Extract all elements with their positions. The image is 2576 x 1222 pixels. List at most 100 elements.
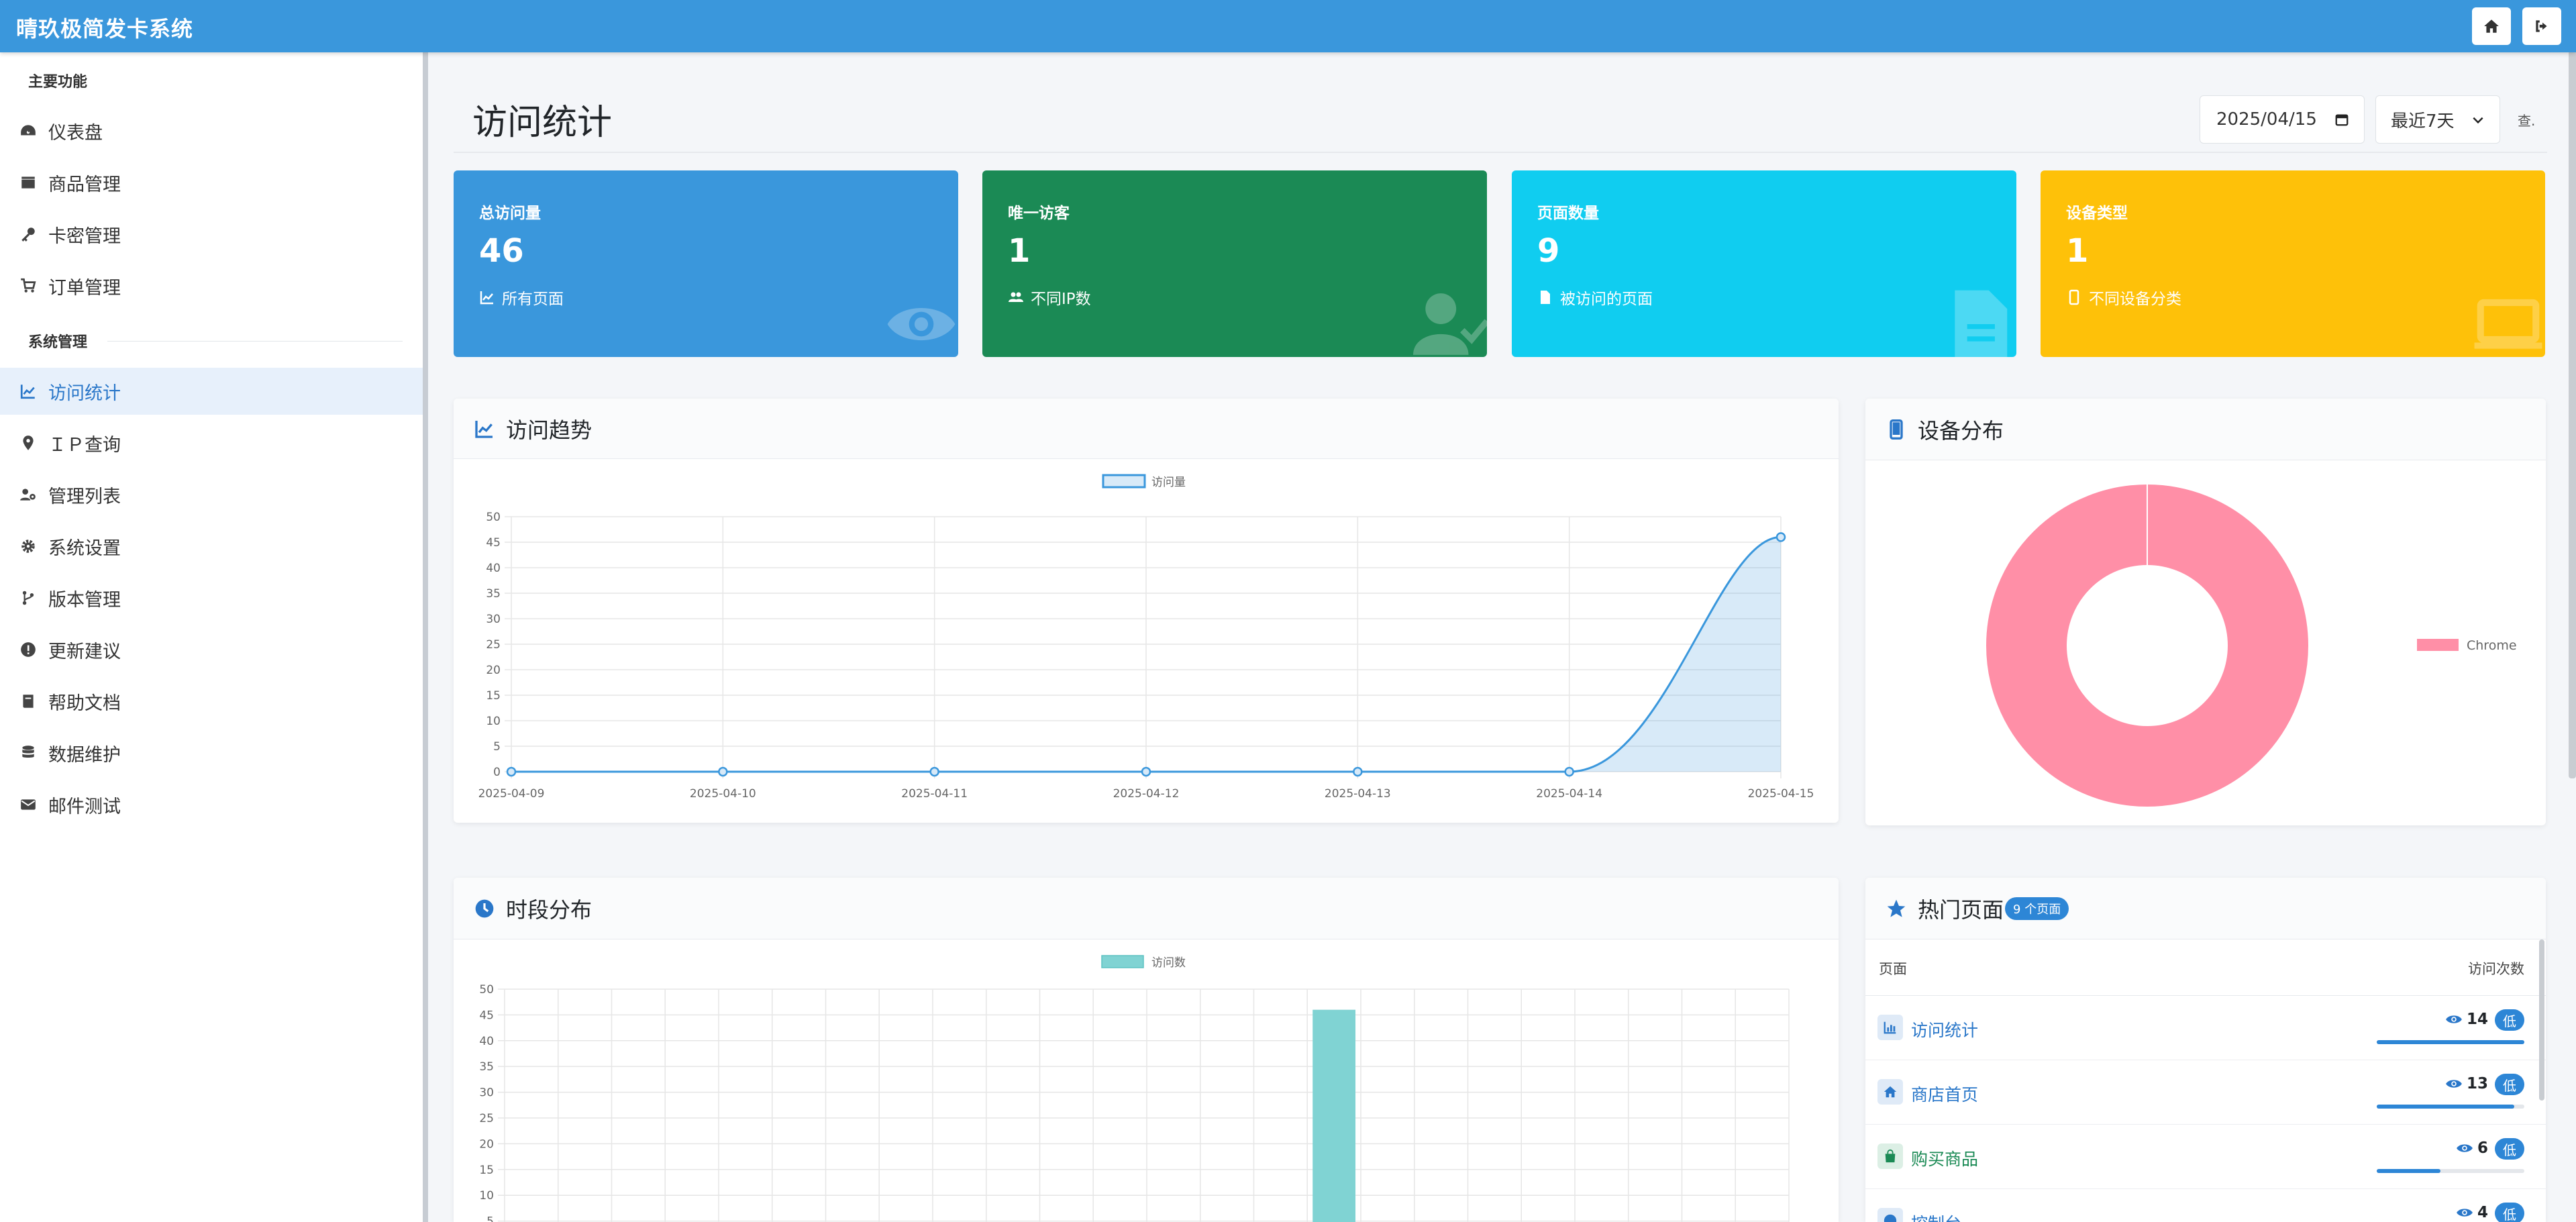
sidebar-item-help[interactable]: 帮助文档 [0, 678, 423, 725]
y-tick-label: 20 [486, 664, 501, 677]
y-tick-label: 35 [479, 1060, 494, 1074]
table-header: 页面 访问次数 [1865, 938, 2546, 996]
date-value: 2025/04/15 [2216, 109, 2317, 130]
table-row[interactable]: 控制台 4 低 [1865, 1189, 2546, 1222]
page-scrollbar[interactable] [2569, 0, 2576, 778]
y-tick-label: 10 [479, 1189, 494, 1203]
y-tick-label: 45 [486, 536, 501, 550]
data-point [1775, 532, 1786, 542]
table-row[interactable]: 访问统计 14 低 [1865, 996, 2546, 1060]
sidebar-item-label: 数据维护 [48, 744, 121, 766]
column-visits: 访问次数 [2468, 961, 2524, 977]
logout-button[interactable] [2522, 7, 2561, 45]
y-tick-label: 5 [493, 740, 501, 754]
hour-distribution-chart: 05101520253035404550访问数 [479, 955, 1790, 1222]
sidebar-section-system: 系统管理 [28, 334, 88, 351]
sidebar-item-label: 商品管理 [48, 174, 121, 195]
table-row[interactable]: 商店首页 13 低 [1865, 1060, 2546, 1125]
star-icon [1887, 899, 1906, 917]
home-button[interactable] [2472, 7, 2511, 45]
sidebar-item-mail-test[interactable]: 邮件测试 [0, 781, 423, 828]
line-chart-icon [475, 420, 493, 438]
page-link[interactable]: 商店首页 [1911, 1082, 1978, 1106]
date-input[interactable]: 2025/04/15 [2200, 95, 2365, 144]
query-button[interactable]: 查. [2518, 110, 2535, 130]
sidebar-item-settings[interactable]: 系统设置 [0, 523, 423, 570]
home-icon [2484, 19, 2499, 33]
visit-count: 4 [2456, 1204, 2488, 1221]
sidebar-item-cards[interactable]: 卡密管理 [0, 211, 423, 258]
stat-label: 唯一访客 [1008, 205, 1070, 222]
eye-icon [2446, 1015, 2462, 1023]
sidebar-item-analytics[interactable]: 访问统计 [0, 368, 423, 415]
y-tick-label: 30 [486, 613, 501, 626]
sign-out-icon [2536, 20, 2547, 32]
sidebar-item-label: 邮件测试 [48, 796, 121, 817]
y-tick-label: 50 [479, 983, 494, 997]
sidebar-item-products[interactable]: 商品管理 [0, 159, 423, 206]
visit-progress [2377, 1169, 2524, 1173]
y-tick-label: 50 [486, 511, 501, 524]
y-tick-label: 45 [479, 1009, 494, 1022]
file-icon [1955, 290, 2008, 357]
visit-progress-fill [2377, 1169, 2440, 1173]
x-tick-label: 2025-04-14 [1536, 787, 1602, 801]
page-count-badge: 9 个页面 [2005, 897, 2069, 920]
map-marker-icon [19, 434, 38, 452]
sidebar-item-label: 系统设置 [48, 538, 121, 559]
legend-label: 访问数 [1151, 956, 1186, 970]
sidebar-item-admins[interactable]: 管理列表 [0, 471, 423, 518]
data-point [506, 766, 517, 777]
sidebar-item-label: ＩＰ查询 [48, 434, 121, 456]
mobile-icon [1890, 419, 1903, 440]
exclamation-circle-icon [19, 640, 38, 659]
envelope-icon [19, 795, 38, 814]
panel-header: 访问趋势 [454, 399, 1839, 459]
eye-icon [2457, 1209, 2473, 1217]
visit-progress [2377, 1105, 2524, 1109]
level-badge: 低 [2495, 1009, 2524, 1031]
visit-progress-fill [2377, 1105, 2514, 1109]
data-point [1141, 766, 1151, 777]
sidebar-divider [107, 341, 403, 342]
page-link[interactable]: 购买商品 [1911, 1146, 1978, 1170]
top-navbar: 晴玖极简发卡系统 [0, 0, 2576, 52]
sidebar-item-ip-lookup[interactable]: ＩＰ查询 [0, 419, 423, 466]
sidebar-item-label: 卡密管理 [48, 225, 121, 247]
device-distribution-chart: Chrome [1986, 485, 2517, 807]
sidebar-item-suggestions[interactable]: 更新建议 [0, 626, 423, 673]
tachometer-icon [19, 121, 38, 140]
sidebar-item-label: 更新建议 [48, 641, 121, 662]
hot-pages-scrollbar[interactable] [2539, 939, 2544, 1101]
stat-value: 9 [1537, 232, 1560, 270]
sidebar-item-versions[interactable]: 版本管理 [0, 574, 423, 621]
x-tick-label: 2025-04-15 [1748, 787, 1814, 801]
visit-progress-fill [2377, 1040, 2524, 1044]
sidebar-item-data-maintenance[interactable]: 数据维护 [0, 729, 423, 776]
stat-label: 总访问量 [479, 205, 541, 222]
header-divider [454, 152, 2547, 153]
sidebar-item-dashboard[interactable]: 仪表盘 [0, 107, 423, 154]
gauge-icon [1877, 1208, 1903, 1222]
panel-header: 热门页面 9 个页面 [1865, 878, 2546, 939]
legend-swatch [1102, 474, 1146, 489]
visit-progress [2377, 1040, 2524, 1044]
range-select[interactable]: 最近7天 [2375, 95, 2500, 144]
y-tick-label: 25 [479, 1112, 494, 1125]
calendar-icon[interactable] [2334, 112, 2349, 127]
page-link[interactable]: 控制台 [1911, 1211, 1961, 1222]
users-cog-icon [19, 485, 38, 504]
sidebar-section-main: 主要功能 [28, 74, 88, 91]
page-link[interactable]: 访问统计 [1911, 1017, 1978, 1041]
user-check-icon [1413, 293, 1487, 355]
mobile-icon [2069, 289, 2079, 305]
cart-icon [19, 276, 38, 295]
y-tick-label: 0 [493, 766, 501, 779]
book-icon [19, 692, 38, 711]
sidebar-item-orders[interactable]: 订单管理 [0, 262, 423, 309]
level-badge: 低 [2495, 1074, 2524, 1095]
y-tick-label: 15 [479, 1164, 494, 1177]
table-row[interactable]: 购买商品 6 低 [1865, 1125, 2546, 1189]
hour-distribution-panel: 时段分布 05101520253035404550访问数 [454, 878, 1839, 1222]
y-tick-label: 40 [486, 562, 501, 575]
